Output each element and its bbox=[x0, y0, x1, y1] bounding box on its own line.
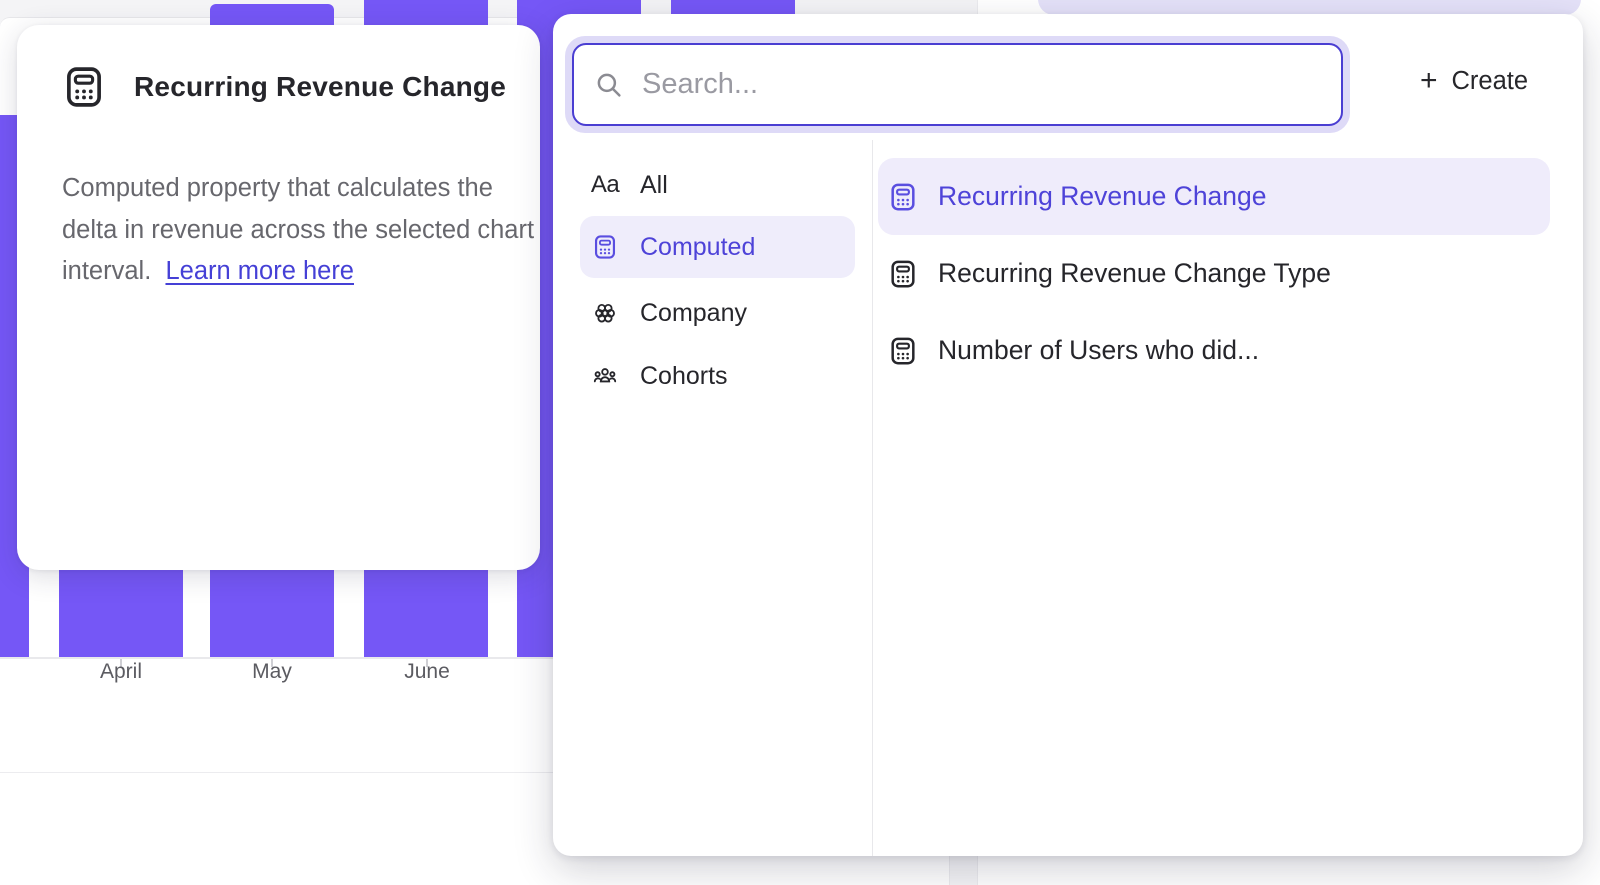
property-tooltip-card: Recurring Revenue Change Computed proper… bbox=[17, 25, 540, 570]
plus-icon: + bbox=[1420, 66, 1438, 96]
calculator-icon bbox=[888, 336, 918, 366]
category-label: All bbox=[640, 171, 668, 200]
result-label: Recurring Revenue Change bbox=[938, 181, 1267, 212]
category-label: Computed bbox=[640, 233, 755, 262]
x-axis-label-april: April bbox=[61, 660, 181, 684]
search-input[interactable] bbox=[642, 68, 1321, 101]
category-company[interactable]: Company bbox=[580, 288, 855, 338]
description-line: Computed property that calculates the bbox=[62, 168, 534, 210]
calculator-icon bbox=[888, 182, 918, 212]
cohorts-icon bbox=[592, 363, 618, 389]
picker-divider bbox=[872, 140, 873, 856]
category-label: Cohorts bbox=[640, 362, 728, 391]
calculator-icon bbox=[888, 259, 918, 289]
calculator-icon bbox=[62, 65, 106, 109]
category-all[interactable]: Aa All bbox=[580, 160, 855, 210]
calculator-icon bbox=[592, 234, 618, 260]
tooltip-header: Recurring Revenue Change bbox=[62, 65, 506, 109]
result-recurring-revenue-change[interactable]: Recurring Revenue Change bbox=[878, 158, 1550, 235]
x-axis-label-may: May bbox=[212, 660, 332, 684]
create-button[interactable]: + Create bbox=[1399, 58, 1549, 104]
learn-more-link[interactable]: Learn more here bbox=[165, 257, 354, 285]
description-line: interval. Learn more here bbox=[62, 251, 534, 293]
search-focus-ring bbox=[565, 36, 1350, 133]
tooltip-title: Recurring Revenue Change bbox=[134, 71, 506, 103]
result-label: Recurring Revenue Change Type bbox=[938, 258, 1331, 289]
result-recurring-revenue-change-type[interactable]: Recurring Revenue Change Type bbox=[878, 235, 1550, 312]
description-line: delta in revenue across the selected cha… bbox=[62, 210, 534, 252]
property-picker-dropdown: + Create Aa All Computed Company Cohorts… bbox=[553, 14, 1583, 856]
text-aa-icon: Aa bbox=[592, 172, 618, 198]
search-icon bbox=[594, 70, 624, 100]
category-label: Company bbox=[640, 299, 747, 328]
result-number-of-users[interactable]: Number of Users who did... bbox=[878, 312, 1550, 389]
category-computed[interactable]: Computed bbox=[580, 216, 855, 278]
category-cohorts[interactable]: Cohorts bbox=[580, 351, 855, 401]
search-field[interactable] bbox=[572, 43, 1343, 126]
tooltip-description: Computed property that calculates the de… bbox=[62, 168, 534, 293]
create-button-label: Create bbox=[1451, 67, 1528, 96]
company-icon bbox=[592, 300, 618, 326]
description-line-end: interval. bbox=[62, 257, 151, 285]
clipped-button[interactable]: p y bbox=[1038, 0, 1581, 15]
x-axis-label-june: June bbox=[367, 660, 487, 684]
result-label: Number of Users who did... bbox=[938, 335, 1259, 366]
